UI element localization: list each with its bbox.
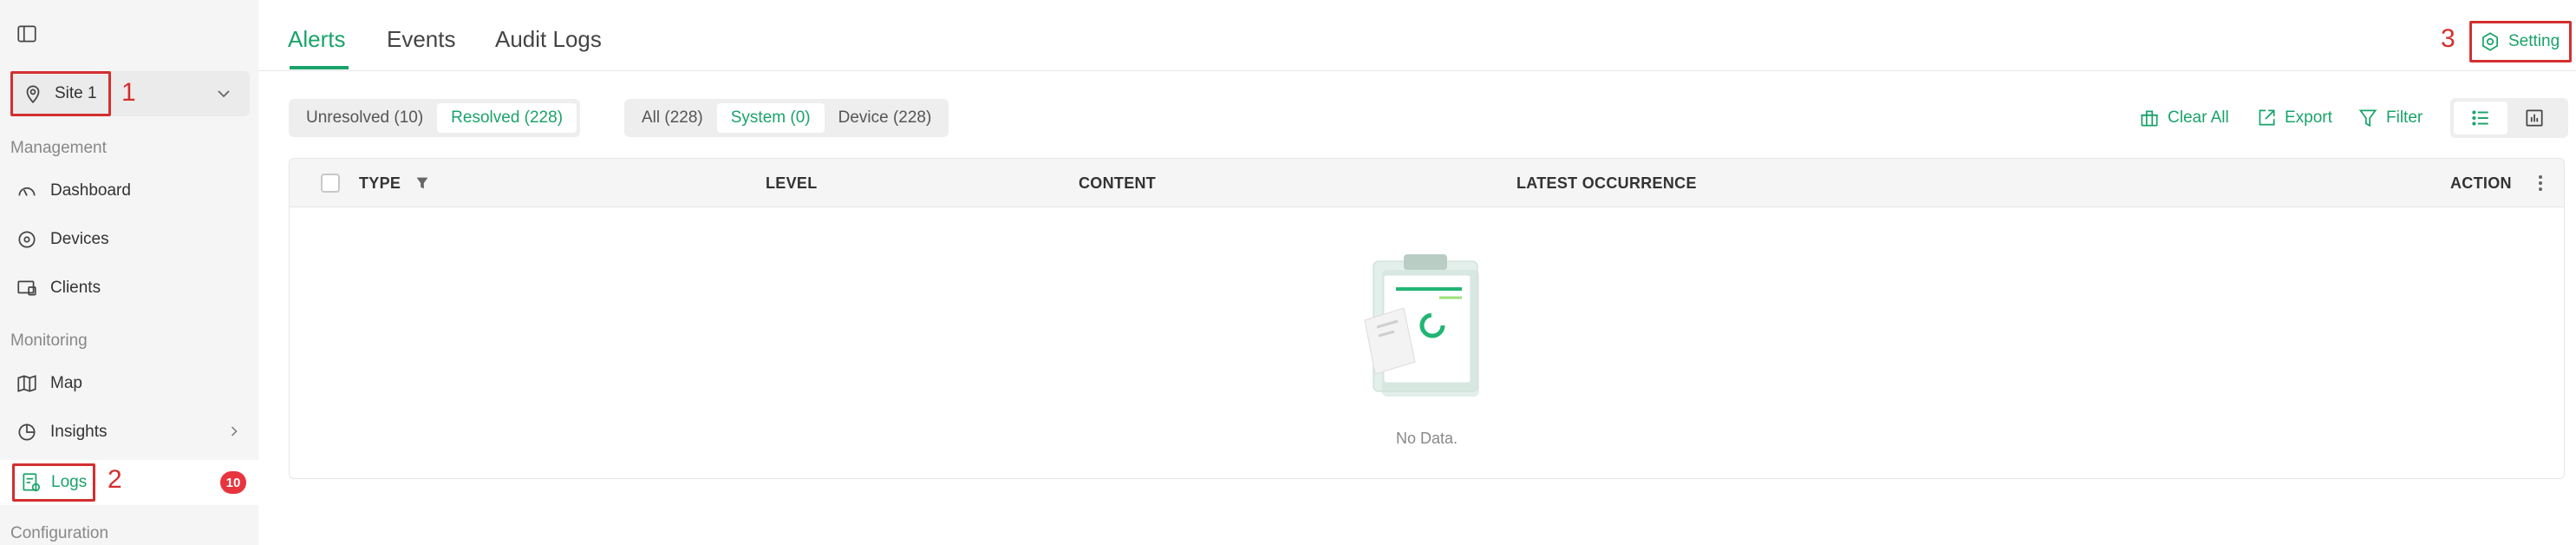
sidebar-item-insights[interactable]: Insights [16, 415, 107, 450]
filter-system[interactable]: System (0) [716, 103, 825, 133]
logs-count-badge: 10 [220, 471, 246, 494]
column-content: CONTENT [1079, 174, 1157, 192]
sidebar-item-clients[interactable]: Clients [16, 271, 101, 305]
setting-button[interactable]: Setting [2469, 21, 2572, 62]
export-icon [2255, 107, 2278, 129]
status-segmented-control: Unresolved (10) Resolved (228) [289, 99, 581, 137]
sidebar-collapse-icon[interactable] [16, 23, 38, 45]
sidebar-item-dashboard[interactable]: Dashboard [16, 174, 131, 208]
top-tabs: Alerts Events Audit Logs [258, 0, 2576, 71]
section-management: Management [10, 139, 107, 157]
setting-label: Setting [2508, 32, 2560, 50]
section-configuration: Configuration [10, 524, 109, 542]
annotation-1: 1 [121, 78, 136, 107]
pie-chart-icon [16, 421, 38, 443]
tab-alerts[interactable]: Alerts [288, 26, 345, 53]
tab-events[interactable]: Events [387, 26, 456, 53]
filter-resolved[interactable]: Resolved (228) [437, 103, 577, 133]
bar-chart-icon [2526, 109, 2543, 127]
table-header: TYPE LEVEL CONTENT LATEST OCCURRENCE ACT… [290, 159, 2564, 207]
filter-device[interactable]: Device (228) [825, 103, 946, 133]
section-monitoring: Monitoring [10, 332, 88, 350]
sidebar-item-label: Dashboard [50, 181, 131, 200]
clear-all-button[interactable]: Clear All [2138, 104, 2229, 132]
clients-screen-icon [16, 277, 38, 299]
sidebar-item-devices[interactable]: Devices [16, 222, 109, 257]
list-view-button[interactable] [2454, 102, 2508, 135]
filter-button[interactable]: Filter [2357, 104, 2423, 132]
source-segmented-control: All (228) System (0) Device (228) [624, 99, 949, 137]
select-all-checkbox[interactable] [321, 174, 340, 193]
location-pin-icon [22, 82, 44, 105]
sidebar-item-label: Devices [50, 230, 109, 248]
map-icon [16, 372, 38, 395]
filter-funnel-icon [2357, 107, 2379, 129]
sidebar-item-map[interactable]: Map [16, 366, 82, 401]
empty-state-text: No Data. [1395, 430, 1458, 447]
sidebar-item-label: Map [50, 374, 82, 392]
sidebar-item-logs[interactable]: Logs [12, 463, 95, 502]
filter-label: Filter [2386, 108, 2423, 127]
logs-document-icon [20, 471, 42, 494]
view-toggle [2450, 98, 2568, 138]
tab-audit-logs[interactable]: Audit Logs [495, 26, 602, 53]
more-options-icon[interactable] [2535, 172, 2546, 194]
active-tab-indicator [290, 66, 349, 69]
column-latest-occurrence: LATEST OCCURRENCE [1516, 174, 1697, 192]
chevron-down-icon[interactable] [213, 83, 234, 104]
column-type: TYPE [359, 174, 401, 192]
empty-clipboard-illustration [1356, 253, 1495, 400]
site-selector-highlight[interactable]: Site 1 [10, 71, 111, 116]
sidebar-item-label: Insights [50, 423, 108, 441]
site-name: Site 1 [55, 84, 97, 102]
chevron-right-icon[interactable] [225, 423, 243, 440]
export-button[interactable]: Export [2255, 104, 2332, 132]
annotation-2: 2 [108, 465, 122, 494]
sidebar-item-label: Logs [51, 473, 88, 491]
dashboard-gauge-icon [16, 180, 38, 202]
device-circle-icon [16, 228, 38, 251]
column-filter-icon[interactable] [413, 174, 432, 193]
sidebar-item-label: Clients [50, 279, 101, 297]
clear-all-icon [2138, 107, 2161, 129]
filter-unresolved[interactable]: Unresolved (10) [292, 103, 437, 133]
gear-icon [2479, 30, 2501, 53]
filter-all[interactable]: All (228) [628, 103, 717, 133]
sidebar: Site 1 1 Management Dashboard Devices Cl [0, 0, 258, 545]
export-label: Export [2285, 108, 2332, 127]
column-action: ACTION [2450, 174, 2512, 192]
alerts-table: TYPE LEVEL CONTENT LATEST OCCURRENCE ACT… [289, 158, 2565, 479]
list-icon [2472, 110, 2488, 126]
clear-all-label: Clear All [2168, 108, 2229, 127]
column-level: LEVEL [766, 174, 818, 192]
annotation-3: 3 [2441, 24, 2455, 53]
chart-view-button[interactable] [2508, 102, 2561, 135]
